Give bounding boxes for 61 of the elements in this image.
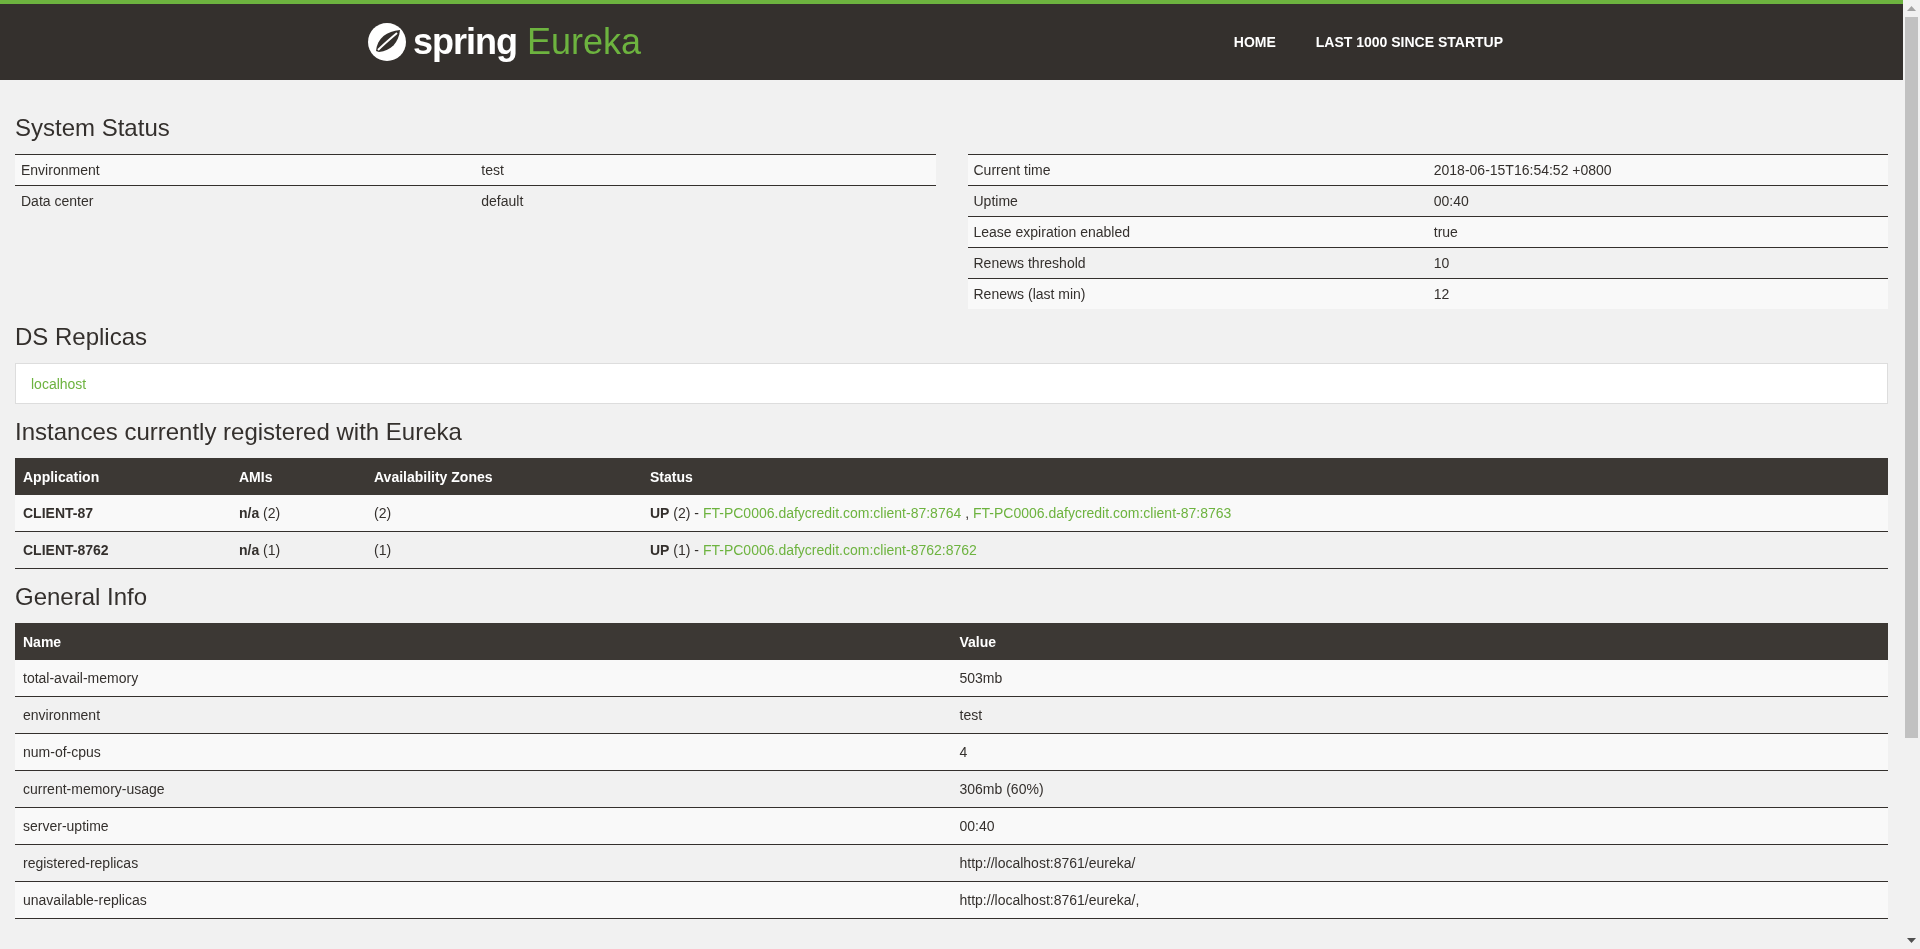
column-header: AMIs: [231, 458, 366, 495]
table-cell: test: [475, 154, 936, 186]
table-cell: CLIENT-87: [15, 495, 231, 532]
status-text: UP: [650, 505, 670, 521]
table-cell: Uptime: [967, 185, 1428, 217]
table-cell: num-of-cpus: [15, 733, 952, 771]
replica-link[interactable]: localhost: [31, 375, 87, 392]
scrollbar-thumb[interactable]: [1905, 17, 1918, 738]
scroll-up-icon[interactable]: [1907, 6, 1916, 11]
column-header: Availability Zones: [366, 458, 642, 495]
leaf-logo-icon: [367, 22, 407, 62]
table-cell: Renews (last min): [967, 278, 1428, 309]
column-header: Status: [642, 458, 1888, 495]
table-cell: http://localhost:8761/eureka/: [951, 844, 1888, 882]
table-cell: Environment: [15, 154, 476, 186]
status-text: (1) -: [673, 542, 699, 558]
status-text: UP: [650, 542, 670, 558]
table-cell: 2018-06-15T16:54:52 +0800: [1427, 154, 1888, 186]
instance-link[interactable]: FT-PC0006.dafycredit.com:client-87:8763: [972, 505, 1232, 521]
table-cell: registered-replicas: [15, 844, 952, 882]
table-cell: 306mb (60%): [951, 770, 1888, 808]
table-cell: Lease expiration enabled: [967, 216, 1428, 248]
table-cell: unavailable-replicas: [15, 881, 952, 919]
table-cell: true: [1427, 216, 1888, 248]
table-cell: default: [475, 185, 936, 216]
table-cell: 12: [1427, 278, 1888, 309]
table-cell: total-avail-memory: [15, 660, 952, 697]
section-heading: Instances currently registered with Eureka: [15, 418, 463, 446]
column-header: Application: [15, 458, 231, 495]
table-cell: Data center: [15, 185, 476, 216]
section-heading: General Info: [15, 583, 149, 611]
table-cell: server-uptime: [15, 807, 952, 845]
table-cell: http://localhost:8761/eureka/,: [951, 881, 1888, 919]
section-heading: DS Replicas: [15, 323, 149, 351]
table-cell: test: [951, 696, 1888, 734]
table-cell: 4: [951, 733, 1888, 771]
table-cell: CLIENT-8762: [15, 531, 231, 569]
table-cell: Current time: [967, 154, 1428, 186]
table-cell: n/a (2): [231, 495, 366, 532]
scroll-down-icon[interactable]: [1907, 938, 1916, 943]
status-text: (2) -: [673, 505, 699, 521]
table-cell: environment: [15, 696, 952, 734]
brand-name: spring: [413, 21, 517, 63]
product-name: Eureka: [527, 21, 642, 63]
table-cell: 10: [1427, 247, 1888, 279]
section-heading: System Status: [15, 114, 171, 142]
column-header: Value: [951, 623, 1888, 660]
table-cell: 00:40: [1427, 185, 1888, 217]
nav-link[interactable]: LAST 1000 SINCE STARTUP: [1315, 34, 1503, 50]
instance-link[interactable]: FT-PC0006.dafycredit.com:client-8762:8762: [702, 542, 977, 558]
table-cell: 503mb: [951, 660, 1888, 697]
table-cell: (2): [366, 495, 642, 532]
table-cell: 00:40: [951, 807, 1888, 845]
table-cell: n/a (1): [231, 531, 366, 569]
nav-link[interactable]: HOME: [1233, 34, 1276, 50]
column-header: Name: [15, 623, 952, 660]
table-cell: (1): [366, 531, 642, 569]
instance-link[interactable]: FT-PC0006.dafycredit.com:client-87:8764: [702, 505, 962, 521]
status-text: ,: [965, 505, 970, 521]
table-cell: current-memory-usage: [15, 770, 952, 808]
table-cell: Renews threshold: [967, 247, 1428, 279]
